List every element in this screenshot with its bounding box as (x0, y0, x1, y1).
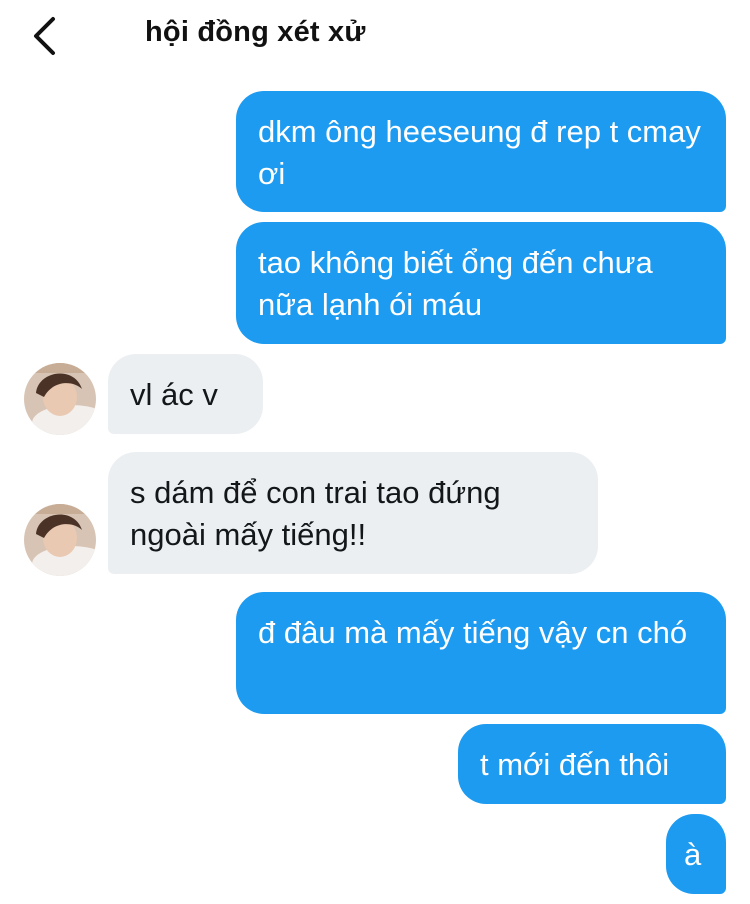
message-bubble-outgoing[interactable]: à (666, 814, 726, 894)
message-bubble-outgoing[interactable]: dkm ông heeseung đ rep t cmay ơi (236, 91, 726, 212)
message-bubble-outgoing[interactable]: t mới đến thôi (458, 724, 726, 804)
message-bubble-incoming[interactable]: s dám để con trai tao đứng ngoài mấy tiế… (108, 452, 598, 574)
chevron-left-icon (34, 17, 55, 55)
avatar[interactable] (24, 363, 96, 435)
conversation-title: hội đồng xét xử (145, 16, 366, 48)
message-bubble-incoming[interactable]: vl ác v (108, 354, 263, 434)
message-bubble-outgoing[interactable]: tao không biết ổng đến chưa nữa lạnh ói … (236, 222, 726, 344)
chat-header: hội đồng xét xử (0, 0, 750, 78)
back-button[interactable] (22, 12, 66, 60)
message-bubble-outgoing[interactable]: đ đâu mà mấy tiếng vậy cn chó (236, 592, 726, 714)
avatar[interactable] (24, 504, 96, 576)
